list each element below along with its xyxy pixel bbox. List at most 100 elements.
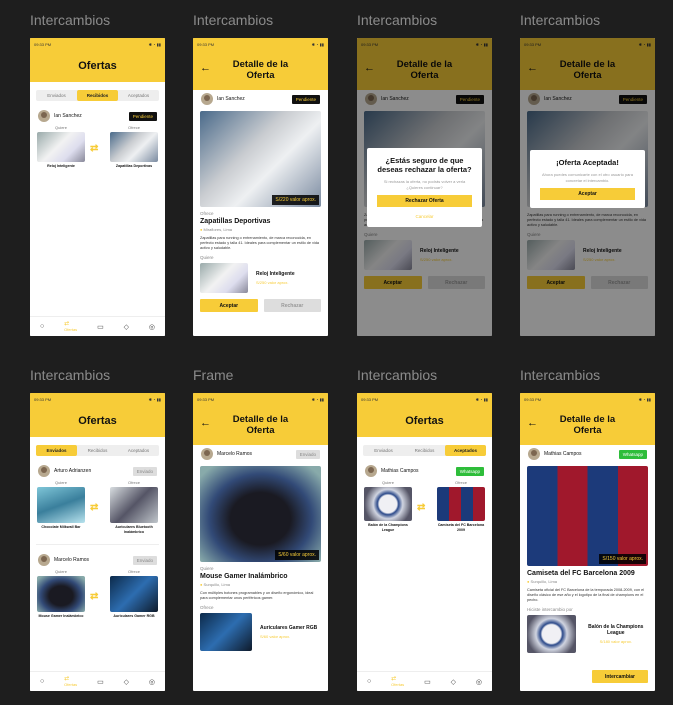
nav-offers[interactable]: ⇄ Ofertas bbox=[64, 320, 77, 333]
profile-icon[interactable]: ◎ bbox=[149, 323, 155, 331]
frame-label: Intercambios bbox=[193, 12, 274, 28]
nav-offers[interactable]: ⇄ Ofertas bbox=[64, 675, 77, 688]
offer-user-row[interactable]: Mathias Campos Whatsapp bbox=[357, 462, 492, 480]
cancel-link[interactable]: Cancelar bbox=[373, 214, 476, 219]
product-image: S/220 valor aprox. bbox=[200, 111, 321, 207]
shield-icon[interactable]: ◇ bbox=[124, 678, 129, 686]
offered-product[interactable]: Auriculares Gamer RGB S/60 valor aprox. bbox=[193, 611, 328, 653]
avatar bbox=[38, 554, 50, 566]
ticket-icon[interactable]: ▭ bbox=[424, 678, 431, 686]
tab-enviados[interactable]: Enviados bbox=[36, 445, 77, 456]
offer-label: Ofrece bbox=[127, 125, 140, 130]
product-name: Auriculares Gamer RGB bbox=[260, 625, 318, 631]
dialog-text: Si rechazas la oferta, no podrás volver … bbox=[383, 179, 466, 190]
price-text: S/250 valor aprox. bbox=[256, 280, 289, 285]
shield-icon[interactable]: ◇ bbox=[451, 678, 456, 686]
tab-enviados[interactable]: Enviados bbox=[363, 445, 404, 456]
product-name: Auriculares Gamer RGB bbox=[113, 614, 155, 618]
frame-label: Intercambios bbox=[357, 367, 438, 383]
nav-offers[interactable]: ⇄ Ofertas bbox=[391, 675, 404, 688]
offer-user-row[interactable]: Marcelo Ramos Enviado bbox=[30, 551, 165, 569]
user-name: Marcelo Ramos bbox=[217, 451, 253, 457]
status-badge: Enviado bbox=[132, 466, 157, 476]
offer-label: Ofrece bbox=[200, 211, 214, 216]
search-icon[interactable]: ○ bbox=[40, 678, 44, 685]
exchange-button[interactable]: Intercambiar bbox=[592, 670, 648, 683]
want-label: Quiere bbox=[381, 480, 394, 485]
ticket-icon[interactable]: ▭ bbox=[97, 323, 104, 331]
offer-user-row[interactable]: Ian Sanchez Pendiente bbox=[30, 107, 165, 125]
tab-enviados[interactable]: Enviados bbox=[36, 90, 77, 101]
offer-user-row[interactable]: Arturo Adrianzen Enviado bbox=[30, 462, 165, 480]
tab-bar: Enviados Recibidos Aceptados bbox=[36, 90, 159, 101]
search-icon[interactable]: ○ bbox=[40, 323, 44, 330]
product-image bbox=[364, 487, 412, 521]
reject-button[interactable]: Rechazar bbox=[263, 299, 321, 312]
product-name: Balón de la Champions League bbox=[588, 624, 644, 636]
page-title: ← Detalle de la Oferta bbox=[520, 405, 655, 445]
want-label: Quiere bbox=[200, 566, 214, 571]
status-badge: Enviado bbox=[295, 449, 320, 459]
status-time: 09:33 PM bbox=[197, 41, 215, 47]
location: ● Surquillo, Lima bbox=[520, 578, 655, 585]
status-time: 09:33 PM bbox=[197, 396, 215, 402]
ticket-icon[interactable]: ▭ bbox=[97, 678, 104, 686]
product-image bbox=[437, 487, 485, 521]
page-title: Ofertas bbox=[30, 50, 165, 82]
trade-card[interactable]: Quiere Mouse Gamer Inalámbrico ⇄ Ofrece Au… bbox=[30, 569, 165, 627]
product-image bbox=[37, 487, 85, 523]
trade-card[interactable]: Quiere Balón de la Champions League ⇄ Ofr… bbox=[357, 480, 492, 532]
back-arrow-icon[interactable]: ← bbox=[200, 418, 211, 429]
frame-label: Intercambios bbox=[520, 367, 601, 383]
price-text: S/180 valor aprox. bbox=[599, 639, 633, 644]
screen-sent-offer-detail: 09:33 PM ✱ ◔ ▮▮ ← Detalle de la Oferta Mar… bbox=[193, 393, 328, 691]
location: ● Surquillo, Lima bbox=[193, 581, 328, 588]
offer-user-row: Mathias Campos Whatsapp bbox=[520, 445, 655, 463]
tab-recibidos[interactable]: Recibidos bbox=[77, 90, 118, 101]
swap-icon: ⇄ bbox=[90, 143, 99, 154]
profile-icon[interactable]: ◎ bbox=[476, 678, 482, 686]
reject-offer-button[interactable]: Rechazar Oferta bbox=[377, 195, 472, 207]
status-badge: Pendiente bbox=[128, 111, 157, 121]
tab-aceptados[interactable]: Aceptados bbox=[445, 445, 486, 456]
back-arrow-icon[interactable]: ← bbox=[200, 63, 211, 74]
trade-card[interactable]: Quiere Reloj Inteligente ⇄ Ofrece Zapatill… bbox=[30, 125, 165, 173]
wanted-product[interactable]: Reloj Inteligente S/250 valor aprox. bbox=[193, 261, 328, 295]
whatsapp-button[interactable]: Whatsapp bbox=[618, 449, 647, 459]
status-time: 09:33 PM bbox=[34, 41, 52, 47]
whatsapp-button[interactable]: Whatsapp bbox=[455, 466, 484, 476]
status-bar: 09:33 PM ✱ ◔ ▮▮ bbox=[30, 38, 165, 50]
want-label: Quiere bbox=[54, 480, 67, 485]
tab-recibidos[interactable]: Recibidos bbox=[77, 445, 118, 456]
screen-offers-received: 09:33 PM ✱ ◔ ▮▮ Ofertas Enviados Recibido… bbox=[30, 38, 165, 336]
trade-card[interactable]: Quiere Chocolate Milkwall Bar ⇄ Ofrece Aur… bbox=[30, 480, 165, 538]
shield-icon[interactable]: ◇ bbox=[124, 323, 129, 331]
accept-ok-button[interactable]: Aceptar bbox=[540, 188, 635, 200]
tab-aceptados[interactable]: Aceptados bbox=[118, 90, 159, 101]
tab-recibidos[interactable]: Recibidos bbox=[404, 445, 445, 456]
profile-icon[interactable]: ◎ bbox=[149, 678, 155, 686]
user-name: Mathias Campos bbox=[544, 451, 582, 457]
status-bar: 09:33 PM ✱ ◔ ▮▮ bbox=[193, 38, 328, 50]
tab-aceptados[interactable]: Aceptados bbox=[118, 445, 159, 456]
status-badge: Enviado bbox=[132, 555, 157, 565]
location-text: Surquillo, Lima bbox=[203, 582, 231, 587]
back-arrow-icon[interactable]: ← bbox=[527, 418, 538, 429]
page-title: Ofertas bbox=[30, 405, 165, 437]
frame-label: Intercambios bbox=[30, 367, 111, 383]
search-icon[interactable]: ○ bbox=[367, 678, 371, 685]
price-tag: S/220 valor aprox. bbox=[272, 195, 319, 205]
product-description: Camiseta oficial del FC Barcelona de la … bbox=[527, 588, 645, 602]
avatar bbox=[201, 448, 213, 460]
user-name: Arturo Adrianzen bbox=[54, 468, 92, 474]
traded-product[interactable]: Balón de la Champions League S/180 valor … bbox=[520, 613, 655, 655]
screen-offers-accepted: 09:33 PM ✱ ◔ ▮▮ Ofertas Enviados Recibido… bbox=[357, 393, 492, 691]
avatar bbox=[38, 110, 50, 122]
page-title-text: Detalle de la Oferta bbox=[232, 414, 289, 436]
bottom-nav: ○ ⇄ Ofertas ▭ ◇ ◎ bbox=[357, 671, 492, 691]
offer-user-row: Ian Sanchez Pendiente bbox=[193, 90, 328, 108]
product-name: Camiseta del FC Barcelona 2009 bbox=[437, 523, 485, 532]
avatar bbox=[528, 448, 540, 460]
nav-label: Ofertas bbox=[64, 327, 78, 332]
accept-button[interactable]: Aceptar bbox=[200, 299, 258, 312]
